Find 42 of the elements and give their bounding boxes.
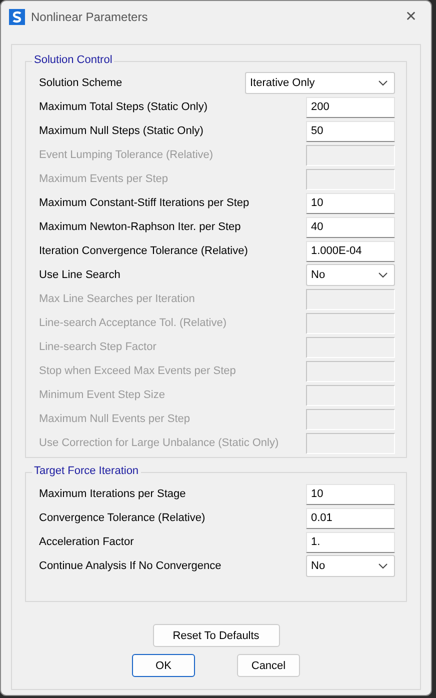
caret-icon	[378, 80, 388, 86]
input-field[interactable]: 10	[306, 484, 395, 504]
input-field[interactable]: 200	[306, 96, 395, 118]
field-label: Maximum Null Events per Step	[39, 413, 190, 425]
input-field[interactable]: 1.000E-04	[306, 240, 395, 262]
field-label: Minimum Event Step Size	[39, 389, 165, 401]
input-field[interactable]: 0.01	[306, 508, 395, 528]
field-label: Event Lumping Tolerance (Relative)	[39, 149, 214, 161]
group-title: Target Force Iteration	[32, 465, 141, 477]
field-label: Solution Scheme	[39, 77, 122, 89]
input-field[interactable]: 10	[306, 192, 395, 214]
field-label: Use Line Search	[39, 269, 120, 281]
field-label: Maximum Constant-Stiff Iterations per Step	[39, 197, 250, 209]
field-label: Maximum Newton-Raphson Iter. per Step	[39, 221, 241, 233]
field-label: Stop when Exceed Max Events per Step	[39, 365, 236, 377]
field-label: Maximum Iterations per Stage	[39, 488, 186, 500]
caret-icon	[378, 272, 388, 278]
reset-button[interactable]: Reset To Defaults	[152, 624, 280, 647]
input-field[interactable]: 1.	[306, 532, 395, 552]
field-label: Maximum Events per Step	[39, 173, 168, 185]
group-title: Solution Control	[32, 54, 114, 66]
field-label: Use Correction for Large Unbalance (Static Only)	[39, 437, 279, 449]
field-label: Maximum Null Steps (Static Only)	[39, 125, 204, 137]
app-logo-icon	[9, 9, 25, 25]
dropdown[interactable]: No	[306, 264, 395, 286]
window-title: Nonlinear Parameters	[31, 10, 149, 24]
field-label: Continue Analysis If No Convergence	[39, 560, 222, 572]
field-label: Line-search Acceptance Tol. (Relative)	[39, 317, 227, 329]
close-button[interactable]: ✕	[391, 1, 431, 33]
dropdown[interactable]: Iterative Only	[245, 72, 395, 94]
dropdown[interactable]: No	[306, 555, 395, 577]
field-label: Iteration Convergence Tolerance (Relative)	[39, 245, 248, 257]
input-field[interactable]: 50	[306, 120, 395, 142]
caret-icon	[378, 563, 388, 569]
field-label: Maximum Total Steps (Static Only)	[39, 101, 208, 113]
field-label: Line-search Step Factor	[39, 341, 156, 353]
field-label: Convergence Tolerance (Relative)	[39, 512, 206, 524]
ok-button[interactable]: OK	[132, 654, 195, 677]
field-label: Max Line Searches per Iteration	[39, 293, 195, 305]
input-field[interactable]: 40	[306, 216, 395, 238]
field-label: Acceleration Factor	[39, 536, 134, 548]
cancel-button[interactable]: Cancel	[237, 654, 300, 677]
